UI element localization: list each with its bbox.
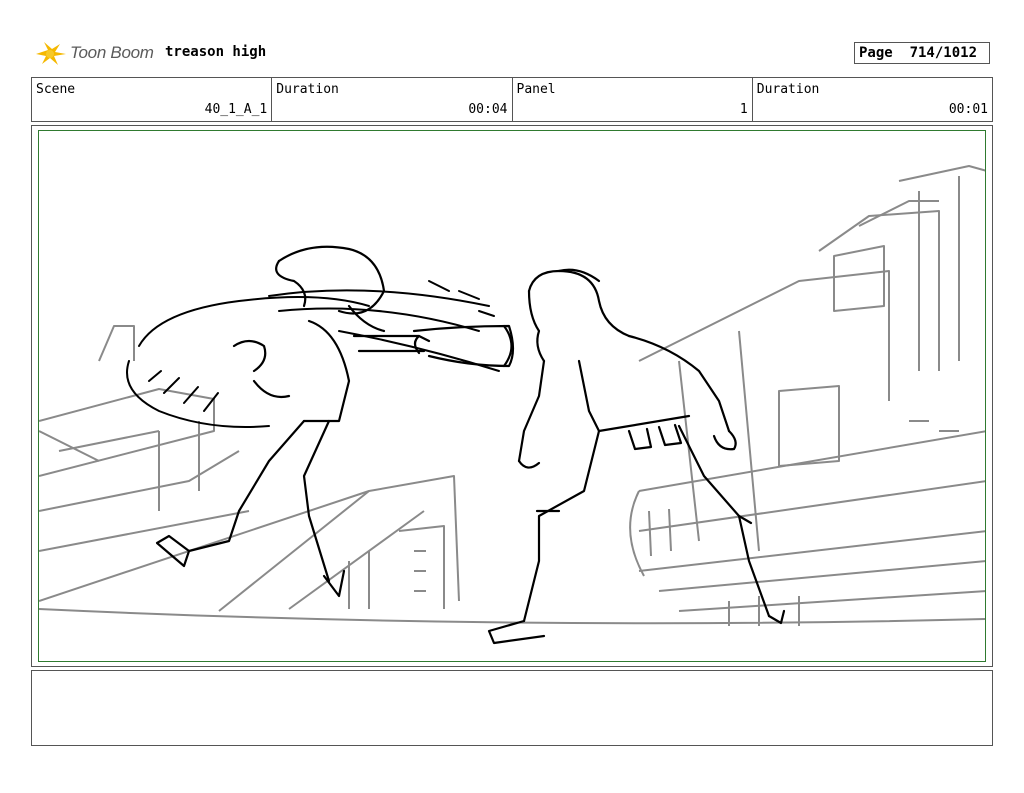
- background-structures: [39, 165, 985, 626]
- scene-info-row: Scene 40_1_A_1 Duration 00:04 Panel 1 Du…: [31, 77, 993, 122]
- logo-text: Toon Boom: [70, 43, 154, 62]
- scene-duration-label: Duration: [276, 82, 339, 97]
- toon-boom-logo-icon: [36, 42, 66, 65]
- toon-boom-logo: Toon Boom: [34, 38, 159, 70]
- right-character: [487, 268, 786, 645]
- storyboard-panel: [38, 130, 986, 662]
- scene-duration-cell: Duration 00:04: [272, 78, 513, 121]
- panel-value: 1: [739, 102, 748, 117]
- scene-duration-value: 00:04: [468, 102, 508, 117]
- panel-cell: Panel 1: [513, 78, 753, 121]
- scene-value: 40_1_A_1: [204, 102, 268, 117]
- scene-label: Scene: [36, 82, 76, 97]
- page-indicator: Page 714/1012: [854, 42, 990, 64]
- page-number: 714/1012: [909, 45, 978, 61]
- panel-duration-cell: Duration 00:01: [753, 78, 992, 121]
- scene-cell: Scene 40_1_A_1: [32, 78, 273, 121]
- panel-duration-label: Duration: [756, 82, 820, 97]
- panel-notes: [31, 670, 993, 746]
- panel-duration-value: 00:01: [948, 102, 988, 117]
- motion-swoosh: [126, 280, 500, 428]
- page-label: Page: [859, 45, 893, 61]
- project-title: treason high: [165, 44, 267, 60]
- storyboard-sketch: [39, 165, 985, 645]
- panel-label: Panel: [516, 82, 556, 97]
